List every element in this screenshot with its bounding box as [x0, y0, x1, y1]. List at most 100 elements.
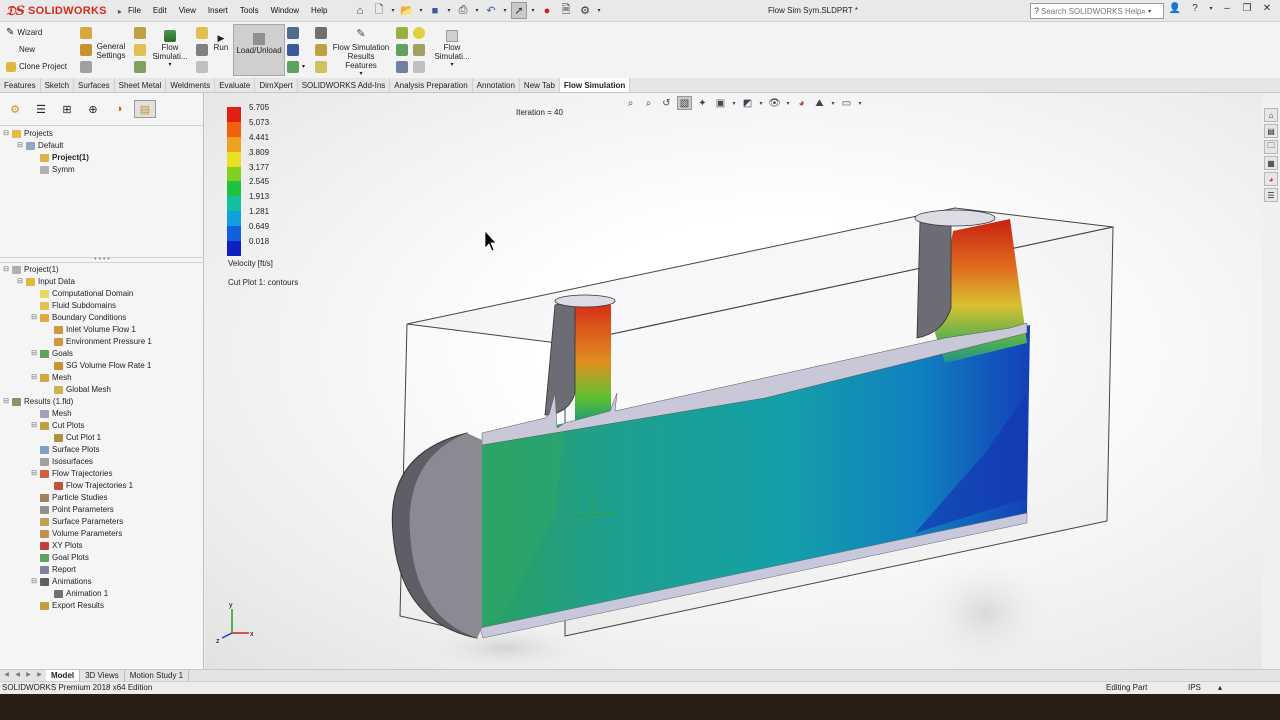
menu-window[interactable]: Window: [265, 5, 305, 17]
dropdown-icon[interactable]: ▾: [474, 2, 480, 19]
prev-tab-icon[interactable]: ◀: [13, 671, 22, 678]
view-orientation-icon[interactable]: ▣: [713, 96, 728, 110]
tree-item[interactable]: XY Plots: [0, 540, 204, 552]
tab-dimxpert[interactable]: DimXpert: [255, 78, 298, 92]
edit-appearance-icon[interactable]: ◕: [794, 96, 809, 110]
tab-surfaces[interactable]: Surfaces: [74, 78, 115, 92]
menu-help[interactable]: Help: [305, 5, 333, 17]
tree-item[interactable]: ⊟ Results (1.fld): [0, 396, 204, 408]
display-style-icon[interactable]: ◩: [740, 96, 755, 110]
traffic-light-icon[interactable]: ●: [539, 2, 555, 19]
tree-item[interactable]: ⊟ Input Data: [0, 276, 204, 288]
tree-item[interactable]: Fluid Subdomains: [0, 300, 204, 312]
dropdown-icon[interactable]: ▾: [502, 2, 508, 19]
display-manager-tab-icon[interactable]: ◑: [108, 100, 130, 118]
section-view-icon[interactable]: ▧: [677, 96, 692, 110]
search-icon[interactable]: ⌕: [1141, 6, 1146, 17]
minimize-icon[interactable]: –: [1220, 3, 1234, 14]
unit-system-dropdown-icon[interactable]: ▴: [1218, 682, 1222, 694]
tab-weldments[interactable]: Weldments: [166, 78, 216, 92]
dropdown-icon[interactable]: ▾: [530, 2, 536, 19]
tab-new-tab[interactable]: New Tab: [520, 78, 560, 92]
next-tab-icon[interactable]: ▶: [24, 671, 33, 678]
load-unload-results-button[interactable]: Load/Unload: [233, 24, 285, 76]
dropdown-icon[interactable]: ▾: [450, 61, 453, 70]
home-icon[interactable]: ⌂: [352, 2, 368, 19]
tree-item[interactable]: Goal Plots: [0, 552, 204, 564]
flow-simulation-results-features-button[interactable]: ✎ Flow Simulation Results Features ▾: [332, 24, 390, 79]
tree-item[interactable]: Inlet Volume Flow 1: [0, 324, 204, 336]
file-explorer-icon[interactable]: 🗀: [1264, 140, 1278, 154]
dropdown-icon[interactable]: ▾: [1208, 5, 1214, 12]
tree-item[interactable]: ⊟ Default: [0, 140, 204, 152]
help-icon[interactable]: ?: [1188, 3, 1202, 14]
bottom-tab-motion-study-1[interactable]: Motion Study 1: [125, 670, 190, 681]
tree-item[interactable]: ⊟ Project(1): [0, 264, 204, 276]
tab-flow-simulation[interactable]: Flow Simulation: [559, 78, 631, 92]
tree-expand-icon[interactable]: ⊟: [16, 276, 24, 288]
tree-expand-icon[interactable]: ⊟: [2, 396, 10, 408]
tab-solidworks-add-ins[interactable]: SOLIDWORKS Add-Ins: [298, 78, 391, 92]
lightbulb-icon[interactable]: [413, 26, 425, 39]
tree-item[interactable]: Symm: [0, 164, 204, 176]
tree-expand-icon[interactable]: ⊟: [30, 348, 38, 360]
boundary-condition-icon[interactable]: [80, 26, 92, 39]
dimxpert-manager-tab-icon[interactable]: ⊕: [82, 100, 104, 118]
view-settings-icon[interactable]: [413, 60, 425, 73]
tab-sketch[interactable]: Sketch: [41, 78, 75, 92]
menu-edit[interactable]: Edit: [147, 5, 173, 17]
tab-features[interactable]: Features: [0, 78, 41, 92]
tree-item[interactable]: ⊟ Cut Plots: [0, 420, 204, 432]
help-search-input[interactable]: [1041, 6, 1142, 16]
dropdown-icon[interactable]: ▾: [390, 2, 396, 19]
feature-manager-tab-icon[interactable]: ⚙: [4, 100, 26, 118]
tree-item[interactable]: ⊟ Flow Trajectories: [0, 468, 204, 480]
restore-icon[interactable]: ❐: [1240, 3, 1254, 14]
goal-icon[interactable]: [80, 43, 92, 56]
tree-item[interactable]: Cut Plot 1: [0, 432, 204, 444]
dropdown-icon[interactable]: ▾: [830, 96, 836, 110]
check-geometry-icon[interactable]: [196, 43, 208, 56]
tree-item[interactable]: Global Mesh: [0, 384, 204, 396]
dropdown-icon[interactable]: ▾: [418, 2, 424, 19]
tree-expand-icon[interactable]: ⊟: [30, 372, 38, 384]
configuration-manager-tab-icon[interactable]: ⊞: [56, 100, 78, 118]
view-settings-icon[interactable]: ▭: [839, 96, 854, 110]
flow-trajectory-icon[interactable]: [315, 26, 327, 39]
display-mode-icon[interactable]: [396, 26, 408, 39]
help-search-box[interactable]: ? ⌕ ▾: [1030, 3, 1164, 19]
tab-annotation[interactable]: Annotation: [473, 78, 520, 92]
wizard-button[interactable]: ✎ Wizard: [6, 24, 67, 41]
surface-plot-icon[interactable]: [315, 43, 327, 56]
close-icon[interactable]: ✕: [1260, 3, 1274, 14]
dropdown-icon[interactable]: ▾: [857, 96, 863, 110]
tree-item[interactable]: Environment Pressure 1: [0, 336, 204, 348]
dropdown-icon[interactable]: ▾: [785, 96, 791, 110]
first-tab-icon[interactable]: ◀: [2, 671, 11, 678]
tree-item[interactable]: ⊟ Animations: [0, 576, 204, 588]
tree-item[interactable]: Report: [0, 564, 204, 576]
panel-splitter[interactable]: • • • •: [0, 256, 204, 263]
cut-plot-icon[interactable]: [287, 26, 299, 39]
view-palette-icon[interactable]: ▦: [1264, 156, 1278, 170]
tree-item[interactable]: Surface Parameters: [0, 516, 204, 528]
tree-item[interactable]: ⊟ Goals: [0, 348, 204, 360]
property-manager-tab-icon[interactable]: ☰: [30, 100, 52, 118]
transparency-icon[interactable]: [396, 43, 408, 56]
graphics-area[interactable]: ▭ ◫ ❐ ✕: [205, 93, 1262, 669]
select-cursor-icon[interactable]: ➚: [511, 2, 527, 19]
tree-item[interactable]: Volume Parameters: [0, 528, 204, 540]
flow-simulation-tree-button[interactable]: Flow Simulati... ▾: [150, 24, 190, 70]
tree-expand-icon[interactable]: ⊟: [30, 420, 38, 432]
menu-file[interactable]: File: [122, 5, 147, 17]
dropdown-icon[interactable]: ▾: [1148, 8, 1151, 15]
tree-expand-icon[interactable]: ⊟: [30, 312, 38, 324]
flow-simulation-analysis-tree-tab-icon[interactable]: ▤: [134, 100, 156, 118]
save-icon[interactable]: ■: [427, 2, 443, 19]
fan-icon[interactable]: [134, 43, 146, 56]
dropdown-icon[interactable]: ▾: [596, 2, 602, 19]
clone-project-button[interactable]: Clone Project: [6, 58, 67, 75]
bottom-tab-3d-views[interactable]: 3D Views: [80, 670, 125, 681]
dropdown-icon[interactable]: ▾: [758, 96, 764, 110]
general-settings-button[interactable]: General Settings: [95, 42, 127, 60]
